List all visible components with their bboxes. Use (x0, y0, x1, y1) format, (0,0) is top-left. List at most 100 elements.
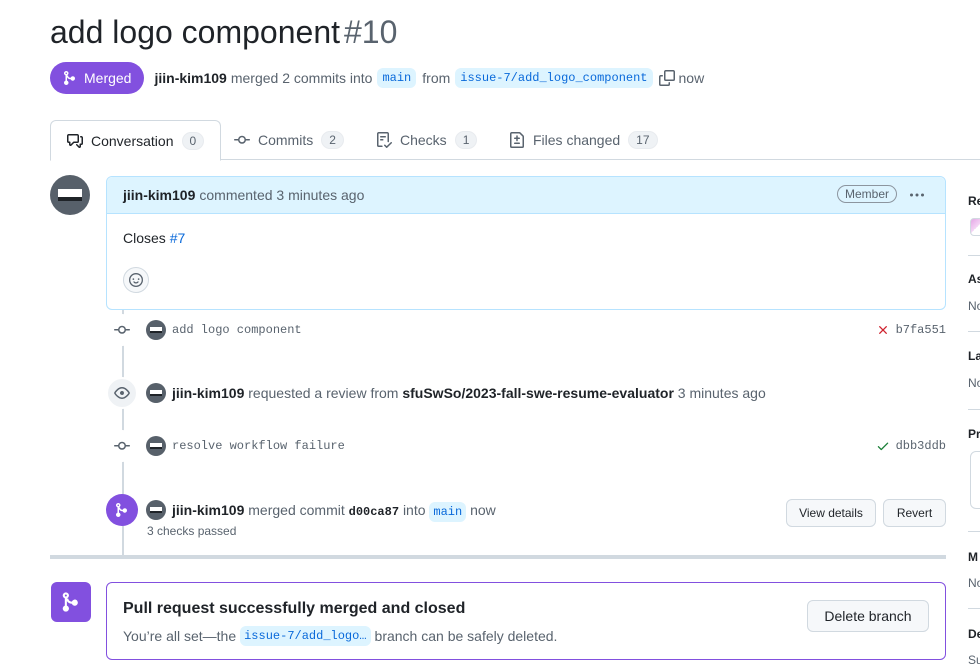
merge-sub-suffix: branch can be safely deleted. (374, 628, 558, 644)
revert-button[interactable]: Revert (883, 499, 946, 527)
merged-time[interactable]: now (470, 502, 496, 518)
reviewer-avatar[interactable] (970, 218, 980, 236)
pr-meta: Merged jiin-kim109 merged 2 commits into… (50, 62, 704, 94)
issue-link[interactable]: #7 (170, 230, 186, 246)
merged-author[interactable]: jiin-kim109 (172, 502, 244, 518)
review-author[interactable]: jiin-kim109 (172, 385, 244, 401)
comment-discussion-icon (67, 133, 83, 148)
tab-commits-label: Commits (258, 132, 314, 148)
timeline-commit: add logo component b7fa551 (106, 314, 946, 346)
sidebar-reviewers-heading[interactable]: Re (968, 194, 980, 208)
merge-status-title: Pull request successfully merged and clo… (123, 600, 466, 617)
merged-into: into (402, 501, 426, 518)
tab-checks[interactable]: Checks 1 (360, 120, 493, 160)
from-label: from (422, 70, 451, 86)
commenter-avatar[interactable] (50, 175, 90, 215)
comment-header: jiin-kim109 commented 3 minutes ago (107, 177, 945, 214)
merged-status-label: Merged (84, 70, 132, 86)
sidebar-project-card[interactable] (970, 451, 980, 509)
merge-status-subtitle: You’re all set—the issue-7/add_logo… bra… (123, 626, 557, 646)
sidebar-assignees-heading[interactable]: As (968, 272, 980, 286)
tab-files-changed-label: Files changed (533, 132, 621, 148)
tab-files-changed-count: 17 (628, 131, 658, 149)
sidebar-development-value: Su (968, 653, 980, 667)
checklist-icon (377, 132, 392, 148)
sidebar-milestone-value: No (968, 576, 980, 590)
eye-icon (106, 377, 138, 409)
git-merge-icon (64, 71, 76, 85)
sidebar-milestone-heading[interactable]: M (968, 550, 978, 564)
pr-action-text: merged 2 commits into (230, 70, 373, 86)
copy-icon[interactable] (658, 70, 675, 86)
merged-action: merged commit (248, 501, 345, 518)
head-branch[interactable]: issue-7/add_logo_component (455, 68, 653, 88)
pr-number: #10 (344, 14, 398, 50)
checks-passed-text[interactable]: 3 checks passed (147, 524, 236, 538)
merged-event-text: jiin-kim109 merged commit d00ca87 into m… (172, 501, 496, 522)
tab-conversation-label: Conversation (91, 132, 174, 149)
pr-title: add logo component #10 (50, 14, 397, 51)
timeline-commit: resolve workflow failure dbb3ddb (106, 430, 946, 462)
tab-files-changed[interactable]: Files changed 17 (493, 120, 674, 160)
base-branch[interactable]: main (377, 68, 417, 88)
merged-commit-sha[interactable]: d00ca87 (349, 505, 399, 519)
x-fail-icon[interactable] (876, 323, 890, 337)
avatar[interactable] (146, 436, 166, 456)
check-success-icon[interactable] (876, 439, 890, 453)
tab-commits-count: 2 (321, 131, 344, 149)
comment-author[interactable]: jiin-kim109 (123, 187, 195, 203)
commit-message[interactable]: resolve workflow failure (172, 439, 345, 453)
pr-description-comment: jiin-kim109 commented 3 minutes ago Memb… (106, 176, 946, 310)
sidebar-divider (968, 331, 980, 332)
git-merge-icon (51, 582, 91, 622)
git-commit-icon (106, 430, 138, 462)
git-commit-icon (106, 314, 138, 346)
sidebar-projects-heading[interactable]: Pr (968, 427, 980, 441)
kebab-horizontal-icon[interactable] (907, 185, 927, 205)
comment-body: Closes #7 (107, 214, 945, 262)
avatar[interactable] (146, 320, 166, 340)
sidebar-development-heading[interactable]: De (968, 627, 980, 641)
tab-checks-label: Checks (400, 132, 447, 148)
merged-branch[interactable]: main (429, 501, 467, 522)
commit-message[interactable]: add logo component (172, 323, 302, 337)
timeline-review-request: jiin-kim109 requested a review from sfuS… (106, 377, 946, 409)
review-time[interactable]: 3 minutes ago (678, 385, 766, 401)
sidebar-labels-value: No (968, 376, 980, 390)
pr-title-text: add logo component (50, 14, 340, 50)
review-request-text: jiin-kim109 requested a review from sfuS… (172, 385, 766, 401)
tab-conversation-count: 0 (181, 131, 205, 150)
commit-sha-text[interactable]: dbb3ddb (896, 439, 946, 453)
delete-branch-button[interactable]: Delete branch (807, 600, 929, 632)
merge-sub-prefix: You’re all set—the (123, 628, 237, 644)
merge-branch-name[interactable]: issue-7/add_logo… (240, 626, 371, 646)
sidebar-divider (968, 255, 980, 256)
view-details-button[interactable]: View details (786, 499, 876, 527)
review-action: requested a review from (248, 385, 399, 401)
review-target[interactable]: sfuSwSo/2023-fall-swe-resume-evaluator (402, 385, 674, 401)
comment-body-text: Closes (123, 230, 166, 246)
git-commit-icon (234, 135, 250, 144)
merge-status-box: Pull request successfully merged and clo… (106, 582, 946, 660)
sidebar-labels-heading[interactable]: La (968, 349, 980, 363)
sidebar-assignees-value: No (968, 299, 980, 313)
pr-author-link[interactable]: jiin-kim109 (154, 70, 226, 86)
sidebar-divider (968, 531, 980, 532)
git-merge-icon (106, 494, 138, 526)
file-diff-icon (510, 132, 524, 148)
tab-checks-count: 1 (454, 131, 478, 149)
tab-conversation[interactable]: Conversation 0 (50, 120, 222, 161)
merged-status-badge: Merged (50, 62, 145, 94)
sidebar-divider (968, 409, 980, 410)
pr-time: now (678, 70, 705, 86)
pr-tabs: Conversation 0 Commits 2 Checks 1 Files … (50, 120, 980, 161)
tab-commits[interactable]: Commits 2 (218, 120, 360, 160)
smiley-icon[interactable] (123, 267, 149, 293)
comment-meta[interactable]: commented 3 minutes ago (199, 187, 364, 203)
commit-sha: dbb3ddb (876, 439, 946, 453)
member-badge: Member (836, 185, 897, 203)
commit-sha-text[interactable]: b7fa551 (896, 323, 946, 337)
avatar[interactable] (146, 500, 166, 520)
avatar[interactable] (146, 383, 166, 403)
sidebar-divider (968, 608, 980, 609)
